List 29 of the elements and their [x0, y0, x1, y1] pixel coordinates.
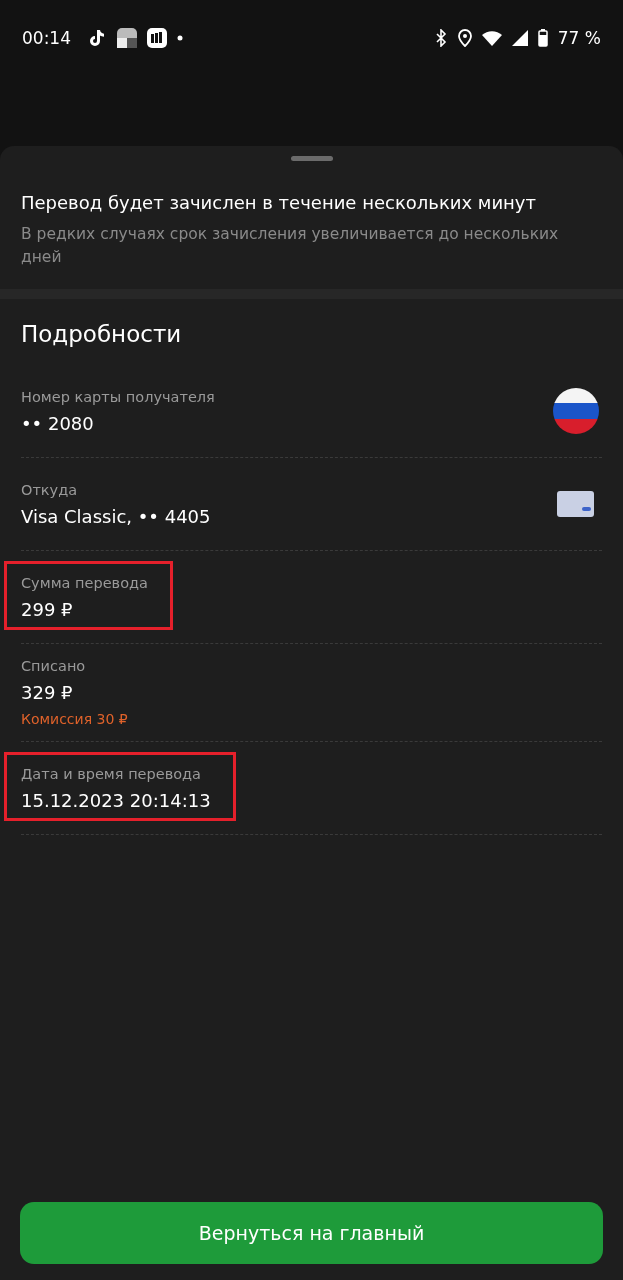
app-icon	[117, 27, 137, 48]
app-icon	[147, 27, 167, 48]
drag-handle[interactable]	[290, 156, 333, 161]
notice-title: Перевод будет зачислен в течение нескольких минут	[21, 191, 537, 215]
detail-label: Дата и время перевода	[21, 765, 202, 782]
notice-subtitle: В редких случаях срок зачисления увеличивается до нескольких дней	[21, 224, 560, 268]
signal-icon	[511, 29, 528, 46]
detail-label: Списано	[21, 658, 87, 674]
detail-value: •• 2080	[21, 412, 95, 434]
dot-icon	[177, 34, 183, 41]
wifi-icon	[481, 29, 502, 46]
section-title: Подробности	[21, 321, 183, 347]
detail-label: Сумма перевода	[21, 574, 148, 591]
detail-value: 15.12.2023 20:14:13	[21, 789, 211, 811]
detail-value: 299 ₽	[21, 598, 74, 620]
detail-label: Откуда	[21, 481, 79, 498]
battery-icon	[537, 28, 548, 47]
battery-percent: 77 %	[557, 27, 601, 48]
detail-label: Номер карты получателя	[21, 388, 215, 405]
detail-value: 329 ₽	[21, 682, 74, 703]
card-icon	[556, 489, 596, 519]
status-time: 00:14	[22, 27, 71, 48]
flag-icon	[552, 387, 600, 435]
location-icon	[457, 28, 472, 47]
detail-value: Visa Classic, •• 4405	[21, 505, 211, 527]
music-note-icon	[87, 27, 107, 48]
bluetooth-icon	[433, 28, 448, 47]
commission-note: Комиссия 30 ₽	[21, 711, 128, 727]
home-button[interactable]: Вернуться на главный	[20, 1202, 603, 1264]
